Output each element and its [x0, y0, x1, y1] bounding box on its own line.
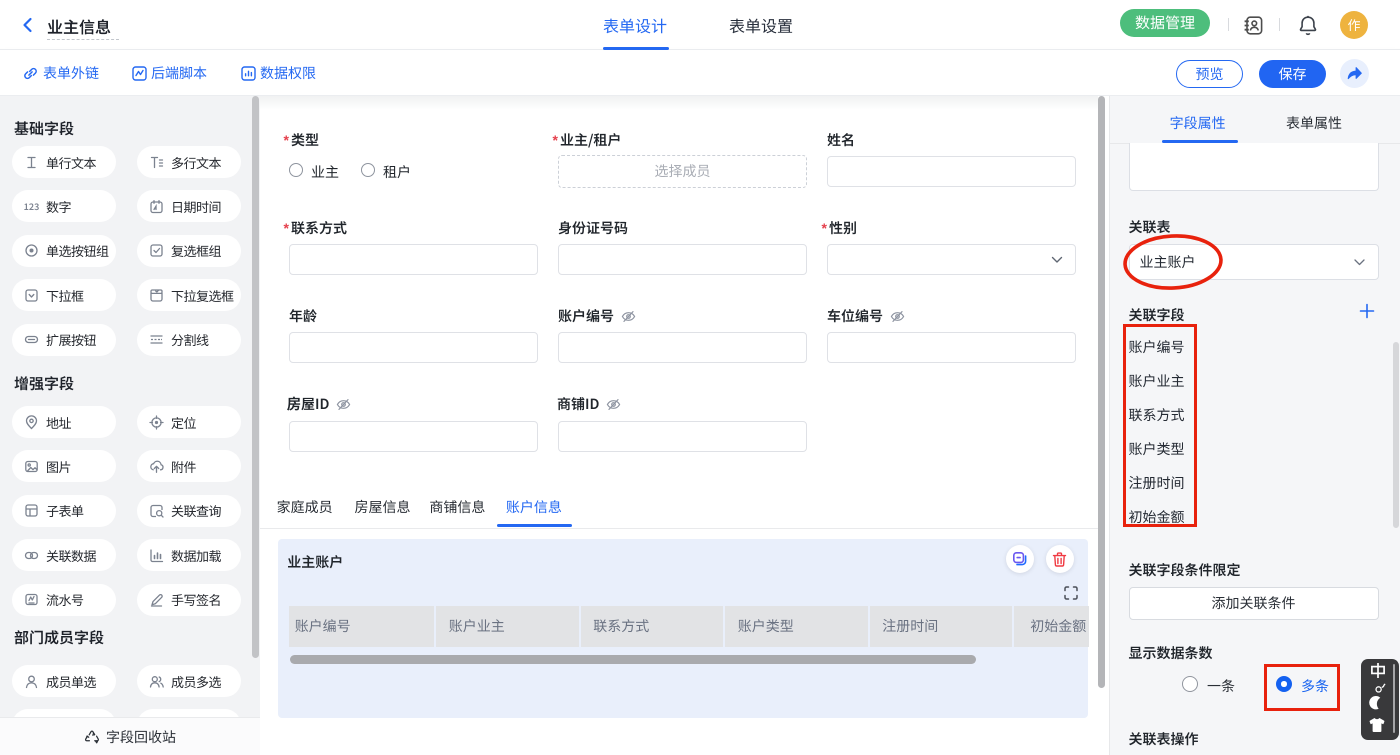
svg-text:123: 123 — [24, 200, 39, 213]
